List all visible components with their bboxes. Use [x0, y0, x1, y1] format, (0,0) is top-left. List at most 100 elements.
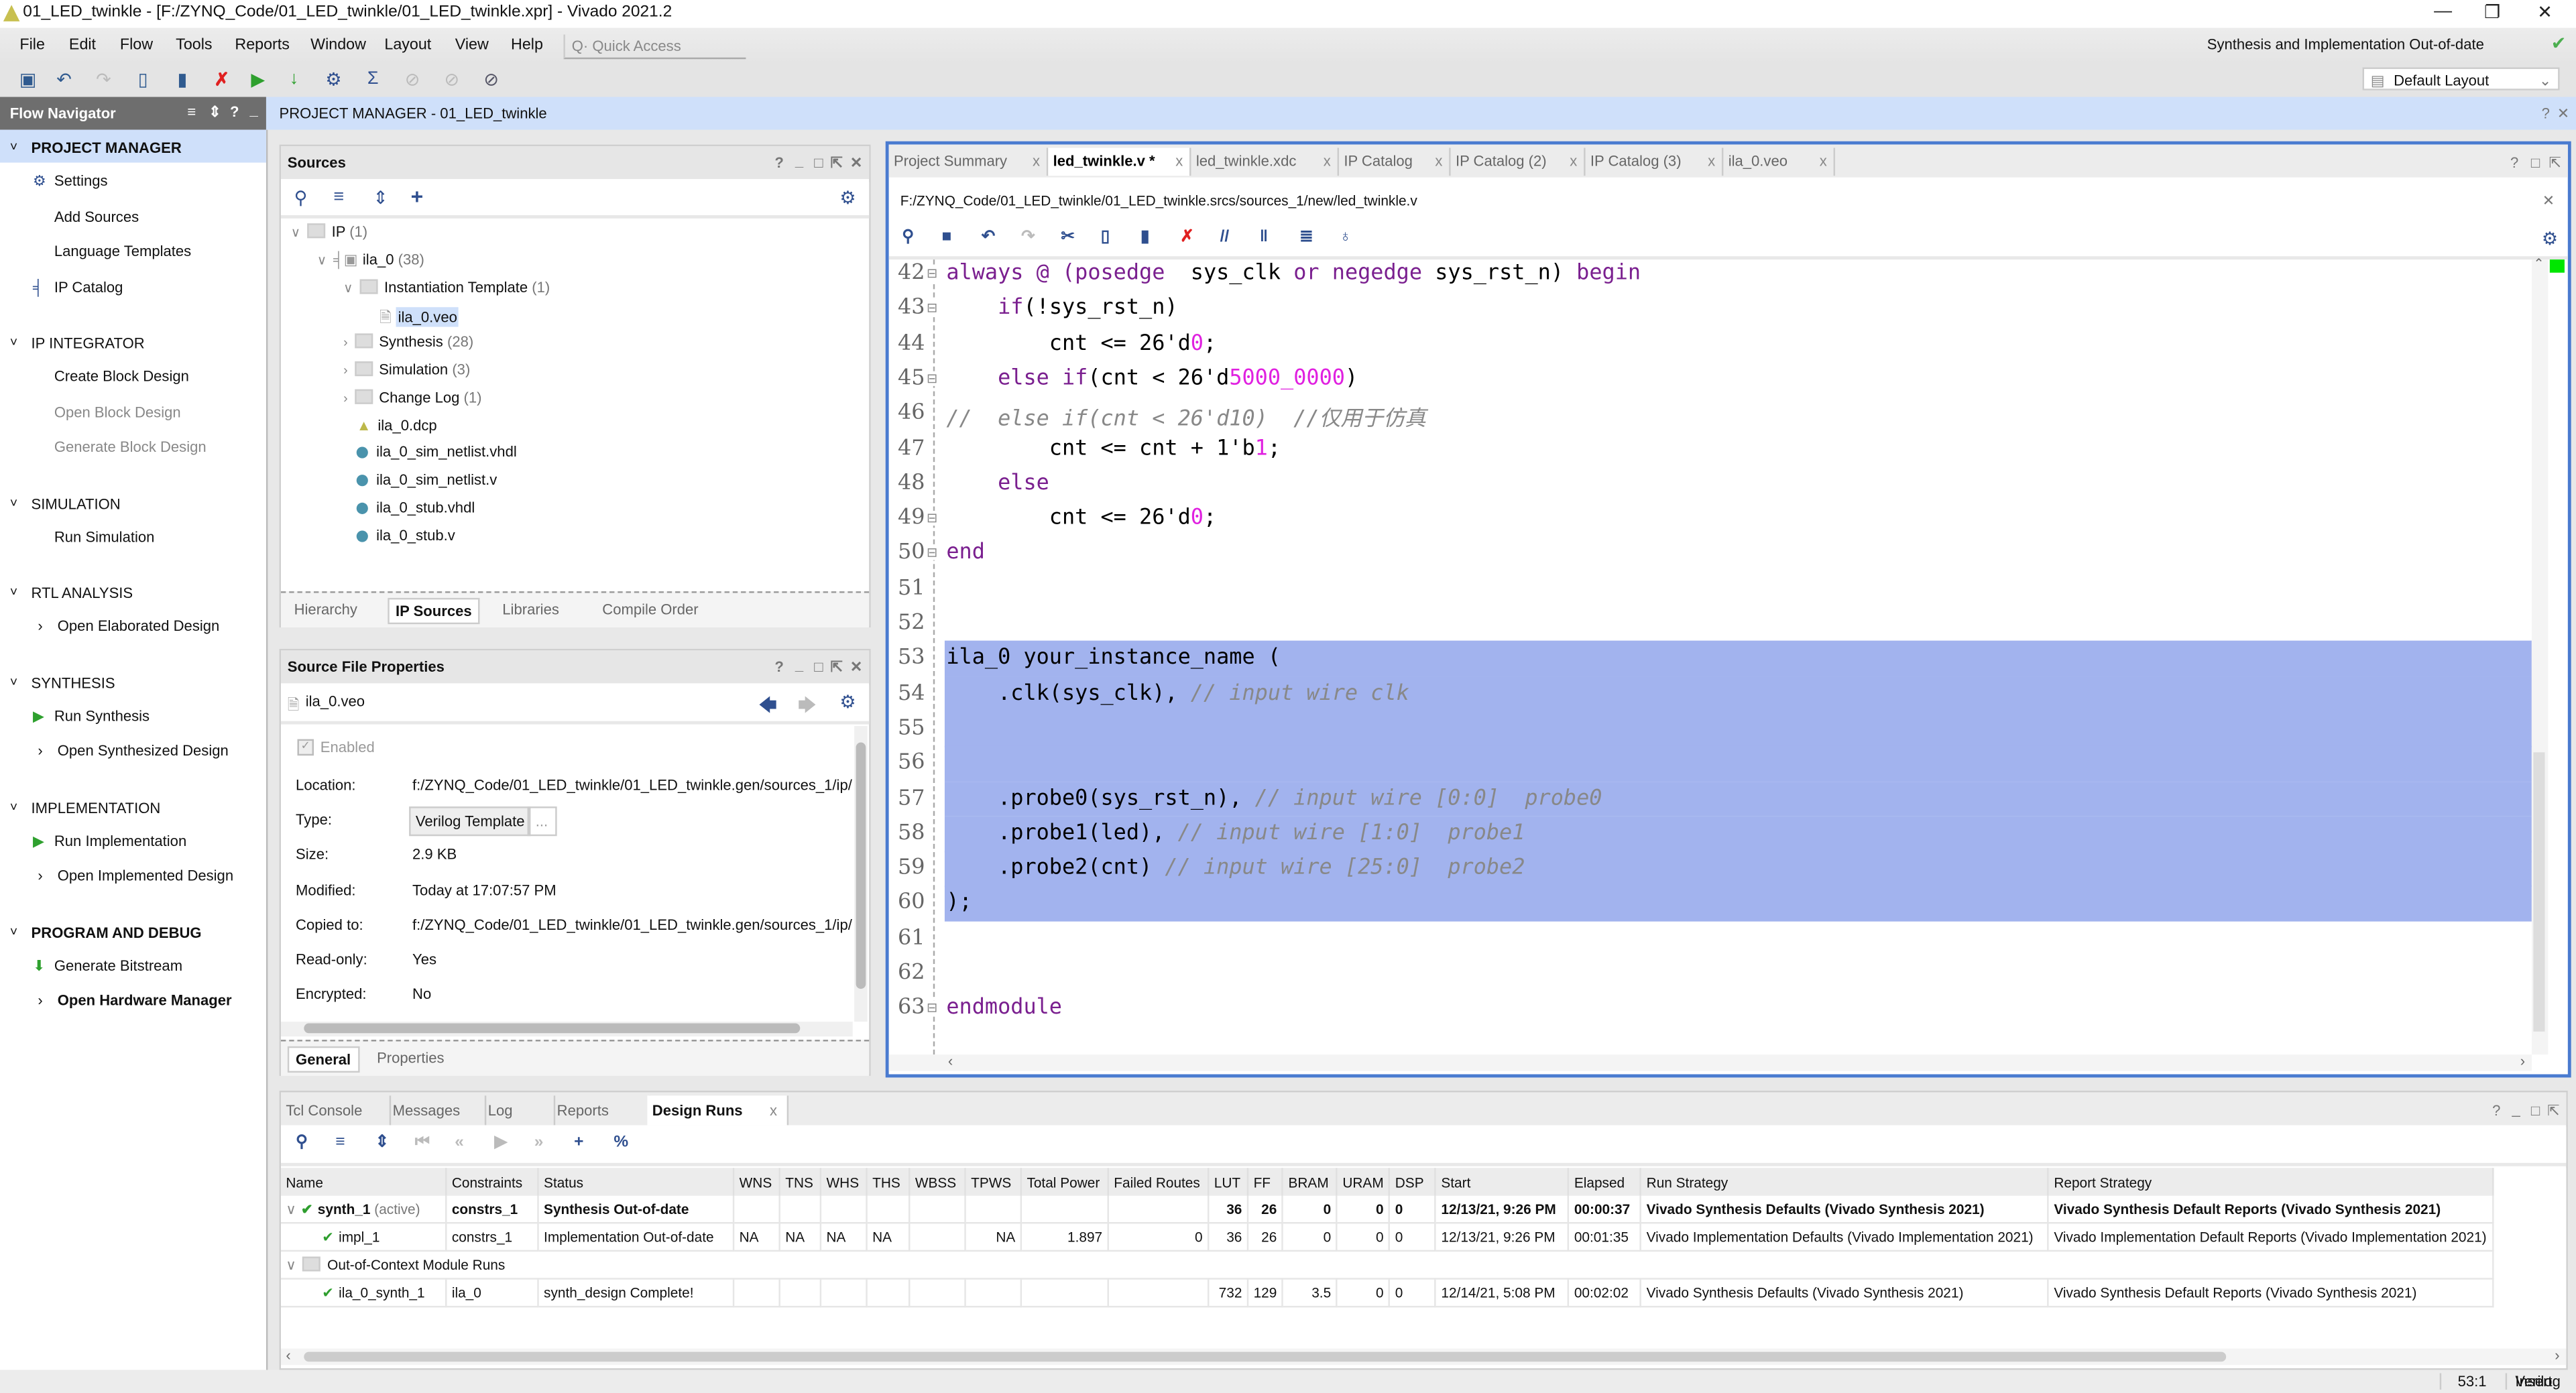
bottom-tab-design-runs[interactable]: Design Runs x: [647, 1095, 789, 1126]
chevron-down-icon[interactable]: ˅: [10, 495, 17, 510]
chevron-down-icon[interactable]: ∨: [343, 280, 353, 295]
editor-hscrollbar[interactable]: ‹ ›: [888, 1053, 2532, 1071]
close-tab-icon[interactable]: x: [1570, 148, 1577, 176]
maximize-icon[interactable]: □: [2531, 1102, 2540, 1119]
quick-access-input[interactable]: Q· Quick Access: [563, 34, 746, 60]
close-tab-icon[interactable]: x: [1175, 148, 1183, 176]
minimize-icon[interactable]: _: [795, 657, 803, 674]
minimize-icon[interactable]: _: [249, 102, 257, 119]
minimize-icon[interactable]: _: [2512, 1101, 2520, 1117]
paste-icon[interactable]: ▮: [1140, 229, 1150, 247]
chevron-down-icon[interactable]: ˅: [10, 585, 17, 599]
disabled-icon-1[interactable]: ⊘: [399, 69, 425, 90]
float-icon[interactable]: ⇱: [2547, 1102, 2559, 1120]
forward-icon[interactable]: 🡆: [798, 692, 817, 723]
toggle-column-icon[interactable]: ‖: [1260, 229, 1268, 247]
tree-item-ila-0-sim-netlist-vhdl[interactable]: ila_0_sim_netlist.vhdl: [356, 444, 517, 461]
menu-help[interactable]: Help: [511, 36, 543, 54]
float-icon[interactable]: ⇱: [831, 659, 843, 677]
column-run-strategy[interactable]: Run Strategy: [1641, 1168, 2049, 1196]
chevron-down-icon[interactable]: ˅: [10, 924, 17, 938]
maximize-icon[interactable]: □: [2531, 154, 2540, 171]
lightbulb-icon[interactable]: ♁: [1339, 229, 1351, 247]
chevron-right-icon[interactable]: ›: [38, 743, 42, 760]
section-implementation[interactable]: IMPLEMENTATION: [32, 799, 161, 816]
back-icon[interactable]: 🡄: [758, 692, 777, 723]
help-icon[interactable]: ?: [230, 103, 239, 120]
tab-libraries[interactable]: Libraries: [495, 598, 565, 621]
cut-icon[interactable]: ✂: [1061, 229, 1075, 247]
nav-item-run-synthesis[interactable]: Run Synthesis: [54, 707, 150, 724]
chevron-right-icon[interactable]: ›: [343, 335, 348, 350]
help-icon[interactable]: ?: [2492, 1102, 2500, 1119]
percent-icon[interactable]: %: [613, 1134, 628, 1152]
editor-tab-led-twinkle-xdc[interactable]: led_twinkle.xdc x: [1191, 147, 1339, 176]
help-icon[interactable]: ?: [2542, 105, 2550, 122]
bottom-tab-log[interactable]: Log: [483, 1095, 556, 1126]
scroll-thumb[interactable]: [304, 1351, 2227, 1362]
float-icon[interactable]: ⇱: [831, 154, 843, 172]
column-status[interactable]: Status: [538, 1168, 735, 1196]
expand-all-icon[interactable]: ⇕: [373, 187, 388, 208]
menu-reports[interactable]: Reports: [235, 36, 290, 54]
menu-layout[interactable]: Layout: [384, 36, 431, 54]
chevron-down-icon[interactable]: ˅: [10, 674, 17, 689]
undo-icon[interactable]: ↶: [982, 229, 996, 247]
fold-close-icon[interactable]: ⊟: [926, 546, 938, 561]
column-wns[interactable]: WNS: [734, 1168, 780, 1196]
editor-tab-ip-catalog[interactable]: IP Catalog x: [1339, 147, 1451, 176]
editor-tab-ip-catalog-3[interactable]: IP Catalog (3) x: [1586, 147, 1724, 176]
nav-item-open-implemented-design[interactable]: Open Implemented Design: [58, 867, 233, 884]
nav-item-ip-catalog[interactable]: IP Catalog: [54, 278, 123, 295]
fold-open-icon[interactable]: ⊟: [926, 371, 938, 386]
gear-icon[interactable]: ⚙: [2542, 229, 2558, 249]
column-bram[interactable]: BRAM: [1282, 1168, 1338, 1196]
fold-close-icon[interactable]: ⊟: [926, 511, 938, 526]
run-icon[interactable]: ▶: [245, 69, 271, 90]
menu-file[interactable]: File: [19, 36, 45, 54]
indent-icon[interactable]: ≣: [1299, 229, 1313, 247]
column-ff[interactable]: FF: [1248, 1168, 1284, 1196]
editor-tab-ip-catalog-2[interactable]: IP Catalog (2) x: [1451, 147, 1586, 176]
search-icon[interactable]: ⚲: [294, 187, 308, 208]
scroll-right-icon[interactable]: ›: [2555, 1347, 2559, 1364]
editor-tab-ila-0-veo[interactable]: ila_0.veo x: [1723, 147, 1835, 176]
tree-item-ila-0-dcp[interactable]: ▲ ila_0.dcp: [357, 416, 437, 433]
column-whs[interactable]: WHS: [820, 1168, 868, 1196]
column-total-power[interactable]: Total Power: [1020, 1168, 1109, 1196]
collapse-all-icon[interactable]: ≡: [187, 103, 196, 120]
float-icon[interactable]: ⇱: [2549, 154, 2561, 172]
section-synthesis[interactable]: SYNTHESIS: [32, 674, 115, 691]
chevron-down-icon[interactable]: ˅: [10, 799, 17, 814]
column-ths[interactable]: THS: [866, 1168, 911, 1196]
redo-icon[interactable]: ↷: [91, 69, 117, 90]
generate-bitstream-icon[interactable]: ↓: [281, 69, 307, 88]
type-select[interactable]: Verilog Template: [409, 806, 532, 837]
tree-item-ila-0-stub-vhdl[interactable]: ila_0_stub.vhdl: [356, 499, 475, 516]
column-wbss[interactable]: WBSS: [909, 1168, 966, 1196]
settings-icon[interactable]: ⚙: [320, 69, 347, 90]
scroll-thumb[interactable]: [2533, 752, 2545, 1032]
restore-button[interactable]: ❐: [2467, 1, 2517, 23]
tree-item-ip[interactable]: ∨ IP (1): [291, 223, 367, 240]
disabled-icon-2[interactable]: ⊘: [438, 69, 465, 90]
tree-item-simulation[interactable]: › Simulation (3): [343, 361, 470, 378]
help-icon[interactable]: ?: [2510, 154, 2518, 171]
code-area[interactable]: 42 ⊟ always @ (posedge sys_clk or negedge …: [889, 259, 2532, 1055]
help-icon[interactable]: ?: [774, 659, 783, 676]
column-report-strategy[interactable]: Report Strategy: [2048, 1168, 2495, 1196]
delete-icon[interactable]: ✗: [1180, 229, 1194, 247]
tab-general[interactable]: General: [287, 1046, 359, 1073]
close-button[interactable]: ✕: [2520, 1, 2570, 23]
close-tab-icon[interactable]: x: [1435, 148, 1442, 176]
properties-vscrollbar[interactable]: [854, 726, 868, 1022]
nav-item-settings[interactable]: Settings: [54, 172, 108, 189]
chevron-right-icon[interactable]: ›: [343, 363, 348, 378]
fold-open-icon[interactable]: ⊟: [926, 265, 938, 282]
tree-item-synthesis[interactable]: › Synthesis (28): [343, 333, 473, 350]
chevron-down-icon[interactable]: ∨: [291, 225, 300, 240]
column-constraints[interactable]: Constraints: [446, 1168, 539, 1196]
chevron-right-icon[interactable]: ›: [38, 867, 42, 884]
chevron-down-icon[interactable]: ∨: [317, 253, 327, 267]
next-icon[interactable]: ▶: [495, 1134, 508, 1152]
